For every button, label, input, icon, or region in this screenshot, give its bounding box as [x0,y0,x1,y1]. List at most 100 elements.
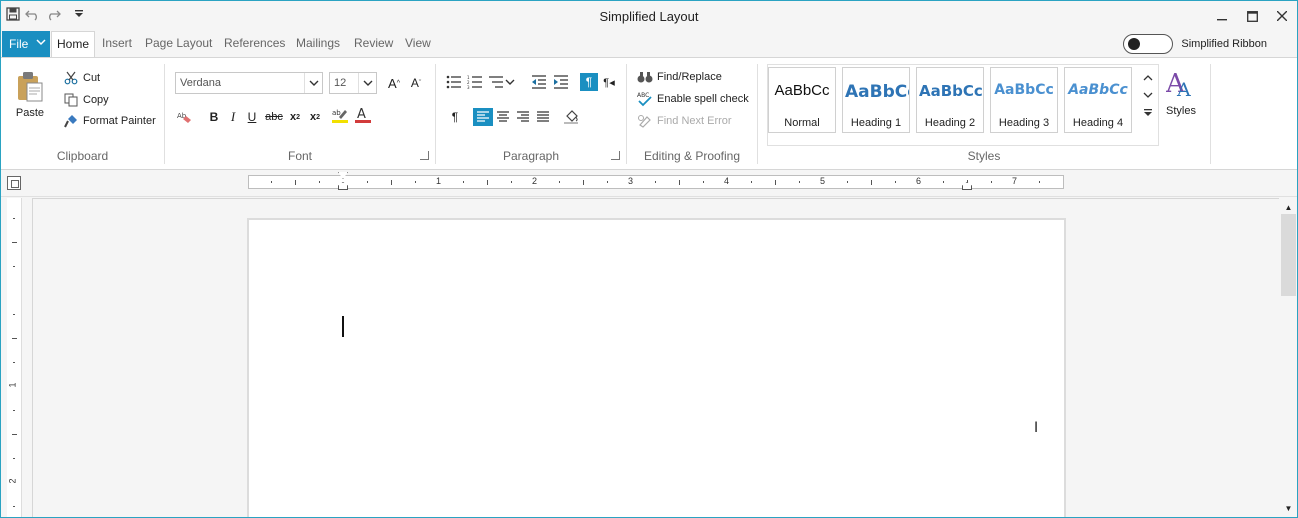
font-size-combo[interactable]: 12 [329,72,377,94]
bold-icon[interactable]: B [205,108,223,126]
increase-indent-icon[interactable] [552,73,570,91]
ruler-tick [367,181,368,183]
chevron-down-icon [358,73,376,93]
ruler-number: 7 [1012,176,1018,186]
app-window: Simplified Layout File Home Insert Page … [0,0,1298,518]
scroll-up-icon[interactable]: ▲ [1280,200,1297,214]
maximize-button[interactable] [1237,1,1267,31]
paste-icon [15,70,45,105]
strikethrough-icon[interactable]: abc [263,108,285,126]
svg-text:3: 3 [467,85,470,89]
document-area: I [32,198,1279,517]
vertical-ruler[interactable]: 12 [7,198,22,517]
ruler-tick [13,314,15,315]
chevron-down-icon [304,73,322,93]
svg-text:A: A [357,107,366,122]
shading-icon[interactable] [561,107,581,125]
simplified-ribbon-switch[interactable]: Simplified Ribbon [1123,34,1267,54]
simplified-ribbon-toggle[interactable] [1123,34,1174,54]
numbering-icon[interactable]: 123 [465,73,485,91]
grow-font-icon[interactable]: A ^ [385,74,403,92]
styles-group-label: Styles [967,149,1001,163]
find-next-error-label: Find Next Error [657,115,732,127]
left-indent-marker-shape [338,172,348,179]
copy-button[interactable]: Copy [63,92,109,108]
chevron-down-icon[interactable] [504,73,516,91]
align-left-icon[interactable] [473,108,493,126]
font-group-label: Font [287,149,312,163]
show-formatting-marks-icon[interactable]: ¶ [580,73,598,91]
scroll-thumb[interactable] [1281,214,1296,296]
spell-check-button[interactable]: ABC Enable spell check [637,91,749,107]
simplified-ribbon-label: Simplified Ribbon [1181,38,1267,50]
paste-label: Paste [15,107,45,119]
align-center-icon[interactable] [493,108,513,126]
decrease-indent-icon[interactable] [530,73,548,91]
font-name-combo[interactable]: Verdana [175,72,323,94]
bullets-icon[interactable] [444,73,464,91]
spell-check-icon: ABC [637,91,653,107]
paste-button[interactable]: Paste [15,70,45,119]
ruler-tick [943,181,944,183]
close-button[interactable] [1267,1,1297,31]
ruler-number: 1 [7,382,18,388]
underline-icon[interactable]: U [243,108,261,126]
tab-insert[interactable]: Insert [97,31,137,57]
format-painter-icon [63,113,79,129]
toggle-knob [1128,38,1141,50]
file-tab[interactable]: File [2,31,50,57]
font-color-icon[interactable]: A [354,106,372,124]
tab-page-layout[interactable]: Page Layout [140,31,217,57]
tab-selector[interactable] [7,176,21,190]
find-replace-button[interactable]: Find/Replace [637,69,722,85]
shrink-font-icon[interactable]: Aˇ [407,74,425,92]
horizontal-ruler[interactable]: 1 2 3 4 5 6 7 [248,172,1064,190]
scroll-down-icon[interactable]: ▼ [1280,501,1297,515]
minimize-button[interactable] [1207,1,1237,31]
find-next-error-button[interactable]: Find Next Error [637,113,732,129]
ruler-tick [463,181,464,183]
window-controls [1207,1,1297,31]
clear-formatting-icon[interactable]: Ab [175,108,193,126]
ruler-tick [583,180,584,185]
italic-icon[interactable]: I [224,108,242,126]
ruler-tick [799,181,800,183]
ruler-tick [295,180,296,185]
tab-home[interactable]: Home [51,31,96,57]
ruler-tick [12,338,17,339]
paragraph-direction-icon[interactable]: ¶◂ [600,73,618,91]
tab-review[interactable]: Review [349,31,398,57]
next-error-icon [637,113,653,129]
multilevel-list-icon[interactable] [486,73,506,91]
ruler-tick [13,362,15,363]
highlight-icon[interactable]: ab [331,106,349,124]
tab-references[interactable]: References [219,31,290,57]
tab-view[interactable]: View [400,31,436,57]
copy-icon [63,92,79,108]
paragraph-mark-icon[interactable]: ¶ [446,108,464,126]
ruler-tick [271,181,272,183]
document-page[interactable]: I [247,218,1066,517]
vertical-scrollbar[interactable]: ▲ ▼ [1280,198,1297,517]
ruler-tick [703,181,704,183]
ribbon: Paste Cut Copy Format Painter Clipboard … [1,57,1297,170]
ruler-tick [13,266,15,267]
binoculars-icon [637,69,653,85]
find-replace-label: Find/Replace [657,71,722,83]
left-indent-marker-bottom[interactable] [338,182,348,190]
superscript-icon[interactable]: x2 [306,108,324,126]
right-indent-marker[interactable] [962,182,972,190]
align-right-icon[interactable] [513,108,533,126]
ruler-tick [775,180,776,185]
paragraph-group: 123 ¶ ¶◂ ¶ Paragraph [436,58,626,169]
format-painter-button[interactable]: Format Painter [63,113,156,129]
file-tab-label: File [9,37,29,51]
cut-label: Cut [83,72,101,84]
subscript-icon[interactable]: x2 [286,108,304,126]
ruler-tick [679,180,680,185]
tab-mailings[interactable]: Mailings [291,31,345,57]
cut-button[interactable]: Cut [63,70,100,86]
justify-icon[interactable] [533,108,553,126]
ruler-tick [12,434,17,435]
ruler-tick [319,181,320,183]
